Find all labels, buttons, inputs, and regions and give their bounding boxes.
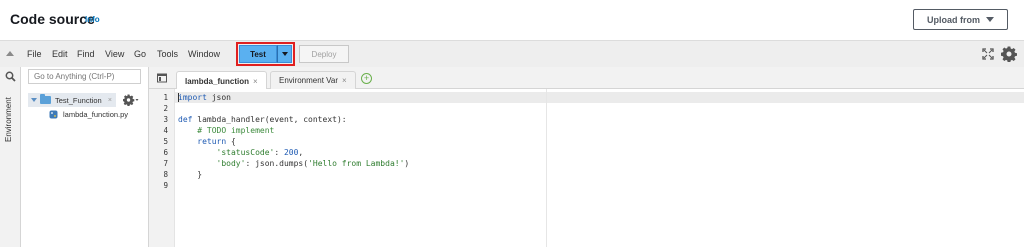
upload-from-label: Upload from	[927, 14, 980, 25]
environment-tab[interactable]: Environment	[4, 97, 13, 142]
ide-menubar: File Edit Find View Go Tools Window Test…	[0, 40, 1024, 67]
code-line-8: }	[178, 170, 203, 179]
caret-down-icon	[281, 52, 288, 56]
code-line-3: def lambda_handler(event, context):	[178, 115, 347, 124]
python-file-icon	[49, 110, 58, 119]
file-name: lambda_function.py	[63, 110, 129, 119]
menu-find[interactable]: Find	[77, 49, 95, 59]
goto-anything-input[interactable]	[28, 69, 141, 84]
line-number: 7	[163, 159, 168, 168]
expand-triangle-icon[interactable]	[31, 98, 37, 102]
tree-settings-icon[interactable]	[123, 94, 139, 106]
code-line-1: import json	[178, 93, 231, 102]
add-tab-icon[interactable]: +	[361, 73, 372, 84]
tab-list-icon[interactable]	[157, 73, 167, 83]
line-number: 2	[163, 104, 168, 113]
menu-file[interactable]: File	[27, 49, 42, 59]
menu-edit[interactable]: Edit	[52, 49, 68, 59]
header: Code source Info Upload from	[0, 0, 1024, 40]
text-cursor	[178, 93, 179, 102]
menu-window[interactable]: Window	[188, 49, 220, 59]
folder-test-function[interactable]: Test_Function ×	[28, 93, 116, 107]
line-number: 6	[163, 148, 168, 157]
menu-tools[interactable]: Tools	[157, 49, 178, 59]
fullscreen-icon[interactable]	[982, 48, 994, 60]
line-number: 9	[163, 181, 168, 190]
line-number: 3	[163, 115, 168, 124]
line-number: 4	[163, 126, 168, 135]
info-link[interactable]: Info	[85, 15, 100, 24]
deploy-button[interactable]: Deploy	[299, 45, 349, 63]
code-line-6: 'statusCode': 200,	[216, 148, 304, 157]
folder-icon	[40, 94, 51, 104]
file-lambda-function[interactable]: lambda_function.py	[49, 110, 128, 119]
tab-environment-variables[interactable]: Environment Var ×	[270, 71, 356, 89]
upload-from-button[interactable]: Upload from	[913, 9, 1008, 30]
line-number-gutter: 1 2 3 4 5 6 7 8 9	[149, 89, 175, 247]
close-icon[interactable]: ×	[108, 97, 112, 104]
test-button[interactable]: Test	[239, 45, 277, 63]
close-icon[interactable]: ×	[342, 76, 347, 85]
line-number: 8	[163, 170, 168, 179]
caret-down-icon	[986, 17, 994, 22]
environment-strip: Environment	[0, 67, 21, 247]
tab-label: lambda_function	[185, 76, 250, 86]
tab-lambda-function[interactable]: lambda_function ×	[176, 71, 267, 90]
print-margin	[546, 89, 547, 247]
line-number: 1	[163, 93, 168, 102]
line-number: 5	[163, 137, 168, 146]
editor-tab-bar: lambda_function × Environment Var × +	[149, 67, 1024, 90]
folder-name: Test_Function	[55, 95, 102, 105]
code-editor[interactable]: 1 2 3 4 5 6 7 8 9 import json def lambda…	[149, 89, 1024, 247]
test-dropdown-button[interactable]	[277, 45, 292, 63]
code-line-7: 'body': json.dumps('Hello from Lambda!')	[216, 159, 410, 168]
page-title: Code source	[10, 11, 95, 27]
tab-label: Environment Var	[279, 76, 338, 85]
menu-go[interactable]: Go	[134, 49, 146, 59]
search-icon	[5, 71, 16, 82]
menu-view[interactable]: View	[105, 49, 124, 59]
file-tree-panel: Test_Function × lambda_function.py	[21, 67, 149, 247]
active-line-highlight	[175, 92, 1024, 103]
settings-gear-icon[interactable]	[1001, 46, 1017, 62]
code-line-5: return {	[197, 137, 236, 146]
search-toggle[interactable]	[0, 67, 21, 85]
collapse-up-icon[interactable]	[6, 51, 14, 56]
code-line-4: # TODO implement	[197, 126, 275, 135]
close-icon[interactable]: ×	[253, 77, 258, 86]
